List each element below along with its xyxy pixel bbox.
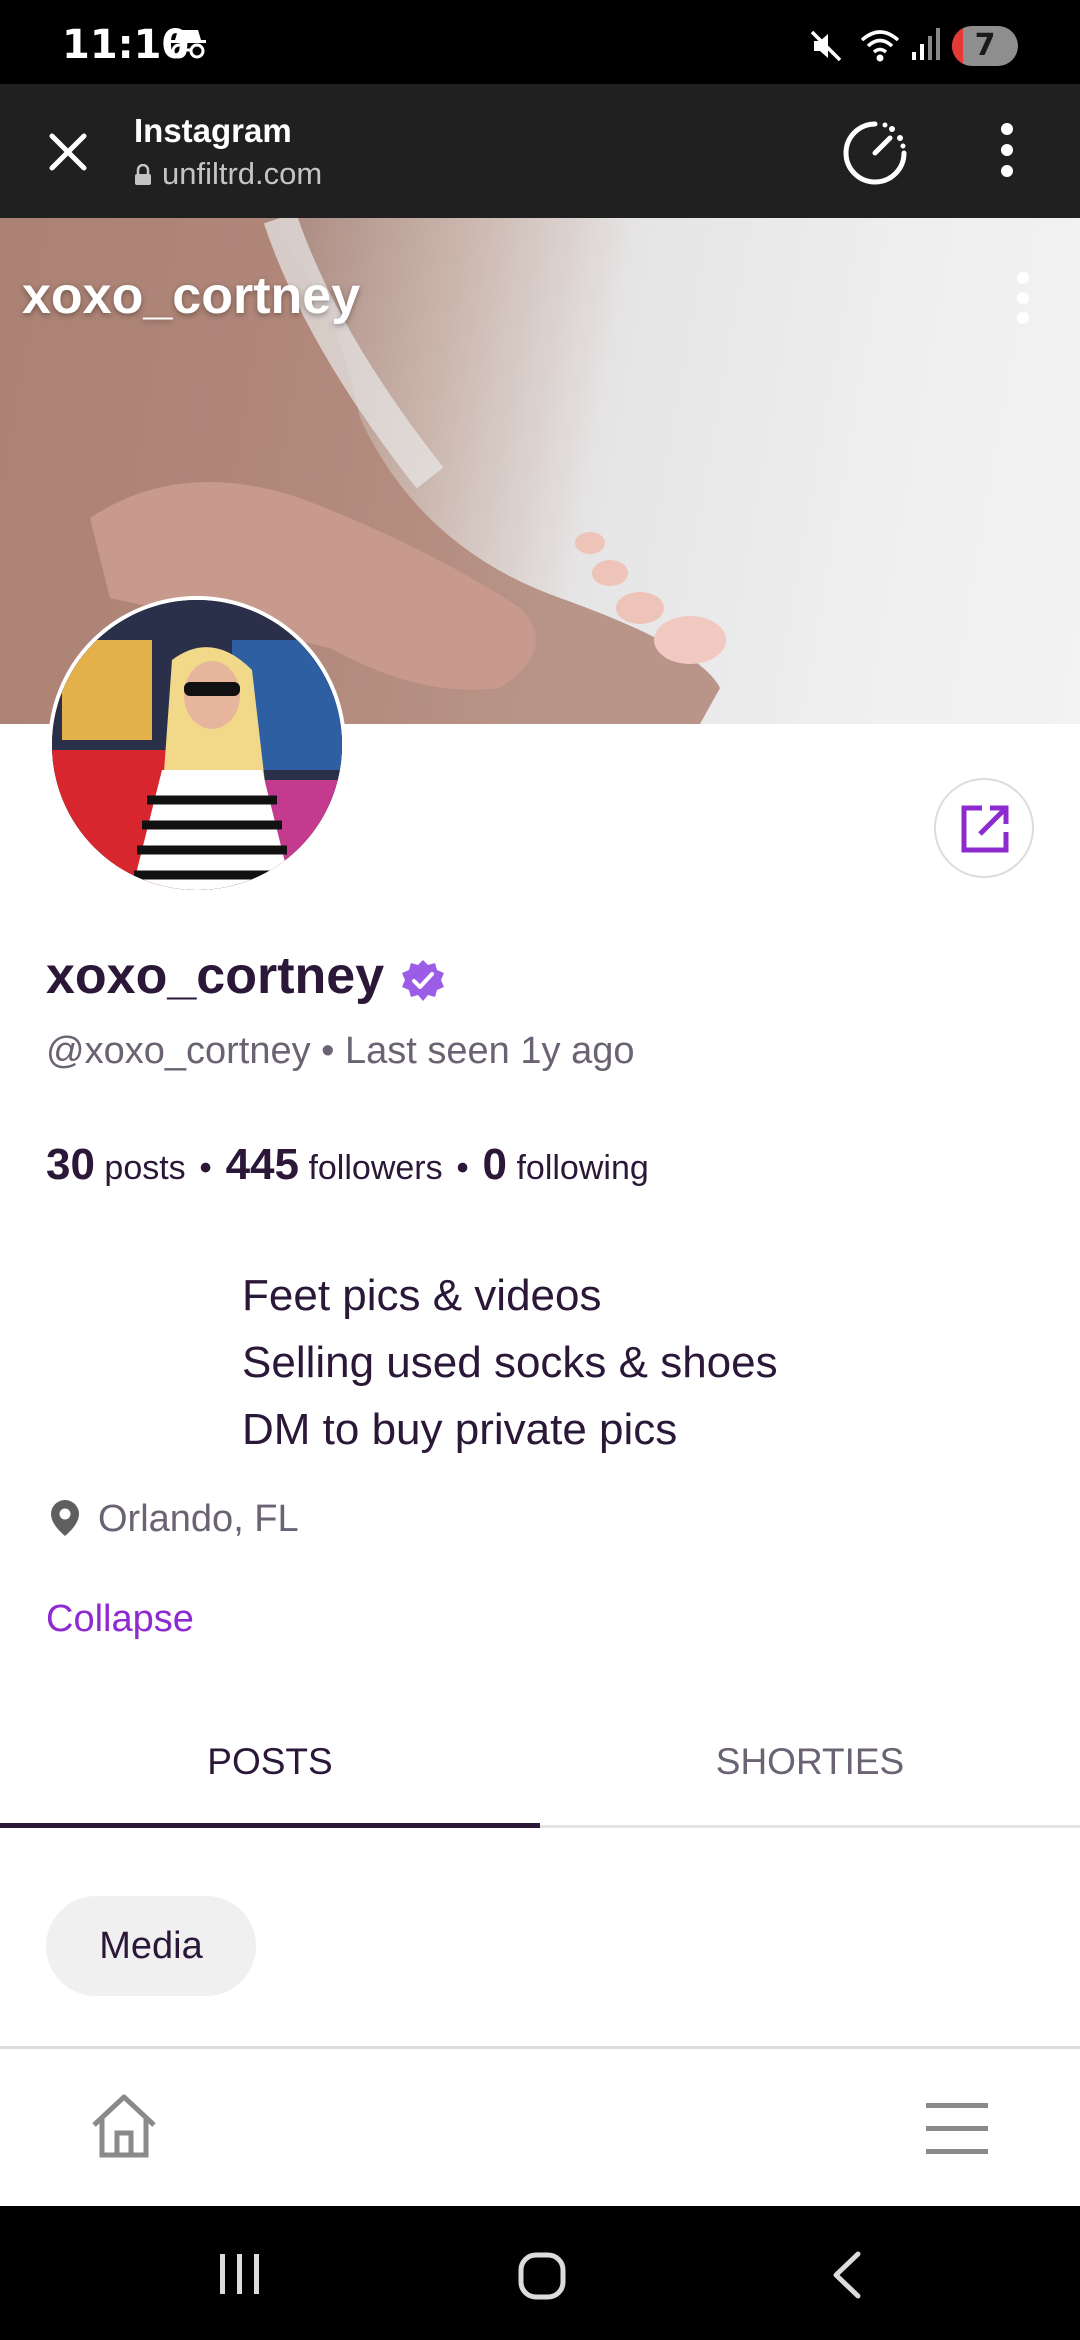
external-link-icon [961,805,1009,853]
bottom-nav [0,2046,1080,2206]
stats-separator: • [456,1149,469,1187]
browser-toolbar: Instagram unfiltrd.com [0,84,1080,218]
handle: @xoxo_cortney [46,1030,311,1072]
following-label: following [516,1149,649,1187]
bio-line: DM to buy private pics [242,1405,678,1454]
avatar[interactable] [48,596,346,894]
battery-indicator: 7 [952,26,1018,66]
location: Orlando, FL [98,1498,299,1540]
incognito-icon [168,26,208,65]
mute-icon [808,28,844,69]
separator: • [321,1030,335,1072]
status-bar: 11:10 7 [0,0,1080,84]
wifi-icon [858,26,902,69]
display-name: xoxo_cortney [46,947,385,1005]
collapse-link[interactable]: Collapse [46,1598,194,1641]
bio-line: Feet pics & videos [242,1271,602,1320]
url-display[interactable]: unfiltrd.com [134,156,322,194]
home-icon[interactable] [88,2091,160,2166]
close-icon[interactable] [46,130,90,179]
posts-count: 30 [46,1140,95,1189]
bio-line: Selling used socks & shoes [242,1338,778,1387]
url-text: unfiltrd.com [162,156,323,191]
browser-menu-icon[interactable] [1000,122,1014,183]
media-filter-chip[interactable]: Media [46,1896,256,1996]
tab-shorties[interactable]: SHORTIES [540,1720,1080,1825]
posts-label: posts [104,1149,186,1187]
tab-posts[interactable]: POSTS [0,1720,540,1828]
followers-label: followers [308,1149,443,1187]
system-nav-bar [0,2206,1080,2340]
share-button[interactable] [934,778,1034,878]
verified-badge-icon [400,958,446,1009]
page-title: Instagram [134,112,292,149]
system-home-icon[interactable] [518,2252,566,2305]
hamburger-menu-icon[interactable] [926,2101,988,2160]
cover-username: xoxo_cortney [22,267,361,325]
handle-line: @xoxo_cortney • Last seen 1y ago [46,1030,634,1073]
recent-apps-icon[interactable] [216,2252,264,2301]
last-seen: Last seen 1y ago [345,1030,635,1072]
following-count: 0 [482,1140,508,1189]
profile-stats: 30 posts • 445 followers • 0 following [46,1140,649,1190]
profile-menu-icon[interactable] [1010,270,1036,331]
followers-count: 445 [225,1140,299,1189]
signal-icon [910,28,940,67]
profile-tabs: POSTS SHORTIES [0,1720,1080,1828]
location-pin-icon [48,1498,82,1543]
back-icon[interactable] [828,2250,864,2305]
lock-icon [134,158,152,194]
battery-level: 7 [974,28,996,63]
stats-separator: • [199,1149,212,1187]
profile-bio: Feet pics & videos Selling used socks & … [242,1262,778,1463]
speed-icon[interactable] [840,118,910,193]
